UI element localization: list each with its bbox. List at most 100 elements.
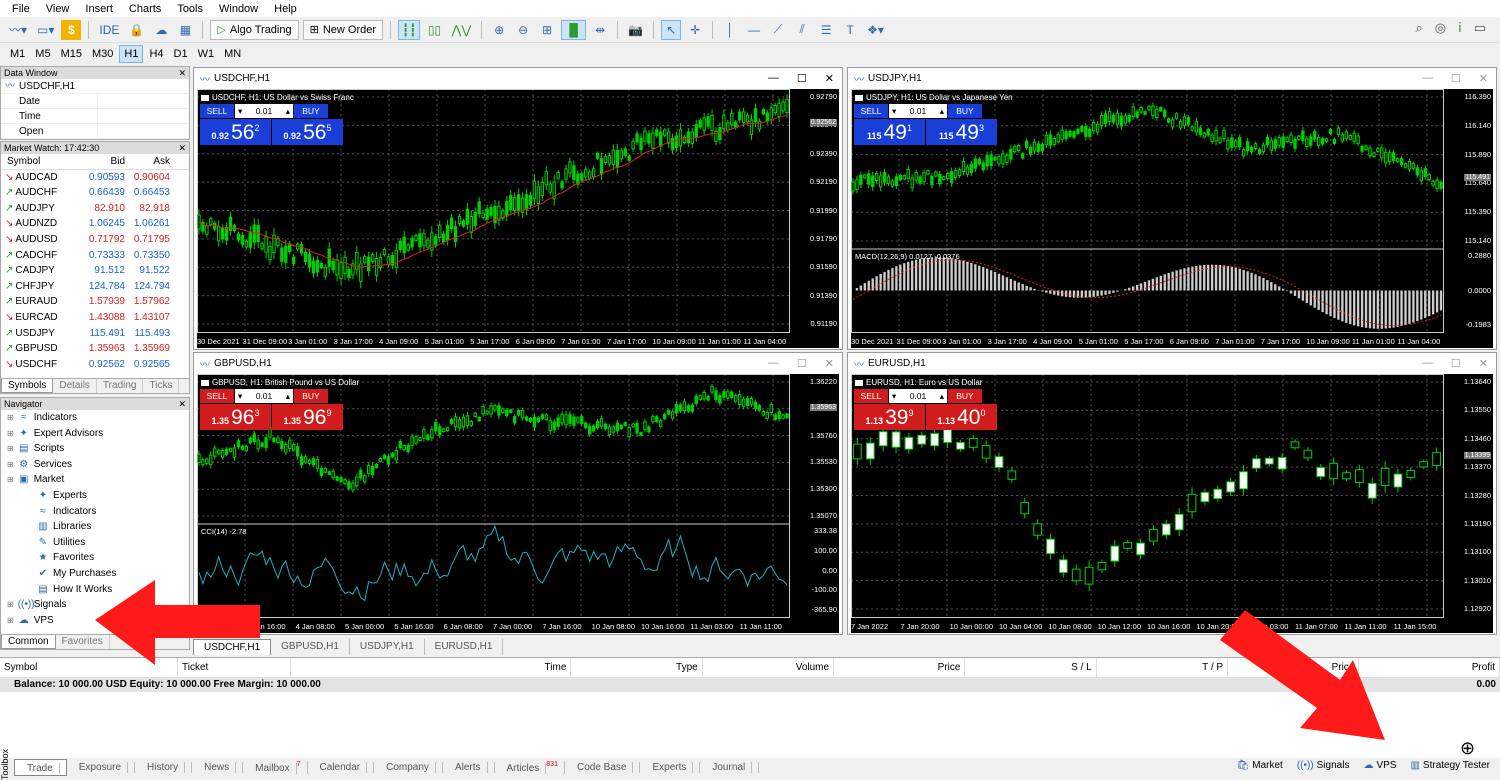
timeframe-m30[interactable]: M30 (88, 46, 117, 62)
bar-chart-icon[interactable]: ┇┇ (398, 19, 421, 40)
sell-price[interactable]: 1.35 96 3 (200, 404, 271, 430)
navigator-item-expert-advisors[interactable]: ⊞ ✦ Expert Advisors (7, 426, 189, 442)
close-icon[interactable]: ✕ (178, 398, 186, 410)
sell-button[interactable]: SELL (200, 104, 234, 118)
maximize-icon[interactable]: ☐ (797, 72, 807, 85)
crosshair-icon[interactable]: ✛ (685, 20, 705, 40)
line-chart-icon[interactable]: 〰▾ (6, 20, 30, 40)
column-header[interactable]: Price (834, 658, 966, 677)
line-icon[interactable]: ⋀⋁ (448, 20, 474, 40)
navigator-item-libraries[interactable]: ▥ Libraries (7, 519, 189, 535)
chart-canvas[interactable]: USDJPY, H1: US Dollar vs Japanese Yen SEL… (851, 89, 1493, 348)
tab-favorites[interactable]: Favorites (56, 635, 110, 649)
chart-canvas[interactable]: EURUSD, H1: Euro vs US Dollar SELL ▾ 0.01 ▴ B… (851, 374, 1493, 633)
increase-icon[interactable]: ▴ (286, 106, 290, 117)
status-market[interactable]: 🛍 Market (1237, 760, 1283, 771)
increase-icon[interactable]: ▴ (286, 391, 290, 402)
zoom-out-icon[interactable]: ⊖ (513, 20, 533, 40)
chart-window-title[interactable]: 〰 USDCHF,H1 — ☐ ✕ (194, 68, 842, 88)
timeframe-m5[interactable]: M5 (31, 46, 54, 62)
navigator-item-experts[interactable]: ✦ Experts (7, 488, 189, 504)
tab-trading[interactable]: Trading (97, 379, 144, 393)
search-icon[interactable]: ⌕ (1415, 20, 1422, 36)
lot-size-input[interactable]: ▾ 0.01 ▴ (235, 104, 293, 118)
autoscroll-icon[interactable]: ▐▌ (561, 19, 587, 40)
buy-price[interactable]: 0.92 56 5 (272, 119, 343, 145)
navigator-item-indicators[interactable]: ⊞ ≈ Indicators (7, 410, 189, 426)
timeframe-w1[interactable]: W1 (194, 46, 219, 62)
timeframe-m15[interactable]: M15 (57, 46, 86, 62)
chart-tab[interactable]: USDJPY,H1 (350, 639, 425, 655)
chart-window-usdjpy[interactable]: 〰 USDJPY,H1 — ☐ ✕ USDJPY, H1: US Dollar vs Ja… (847, 67, 1497, 350)
navigator-item-services[interactable]: ⊞ ⚙ Services (7, 457, 189, 473)
chart-canvas[interactable]: USDCHF, H1: US Dollar vs Swiss Franc SELL… (197, 89, 839, 348)
chart-window-title[interactable]: 〰 GBPUSD,H1 — ☐ ✕ (194, 353, 842, 373)
candlestick-icon[interactable]: ▯▯ (424, 20, 444, 40)
close-icon[interactable]: ✕ (178, 67, 186, 79)
decrease-icon[interactable]: ▾ (238, 391, 242, 402)
toolbox-tab-articles[interactable]: Articles 831 (495, 761, 565, 774)
minimize-icon[interactable]: — (768, 72, 779, 85)
market-watch-row[interactable]: ↘ EURCAD 1.43088 1.43107 (1, 310, 189, 326)
bid-header[interactable]: Bid (83, 154, 128, 169)
sell-button[interactable]: SELL (200, 389, 234, 403)
decrease-icon[interactable]: ▾ (238, 106, 242, 117)
increase-icon[interactable]: ▴ (940, 391, 944, 402)
timeframe-mn[interactable]: MN (220, 46, 245, 62)
cloud-icon[interactable]: ☁ (151, 20, 171, 40)
minimize-icon[interactable]: — (1422, 357, 1433, 370)
menu-help[interactable]: Help (266, 3, 305, 15)
market-watch-row[interactable]: ↗ AUDJPY 82.910 82.918 (1, 201, 189, 217)
menu-insert[interactable]: Insert (77, 3, 121, 15)
menu-file[interactable]: File (4, 3, 38, 15)
status-strategy-tester[interactable]: ▥ Strategy Tester (1410, 760, 1490, 771)
toolbox-tab-history[interactable]: History (135, 762, 193, 773)
maximize-icon[interactable]: ☐ (1451, 72, 1461, 85)
tab-common[interactable]: Common (1, 635, 56, 649)
lot-size-input[interactable]: ▾ 0.01 ▴ (889, 104, 947, 118)
navigator-item-vps[interactable]: ⊞ ☁ VPS (7, 613, 189, 629)
dollar-icon[interactable]: $ (61, 19, 82, 40)
toolbox-tab-alerts[interactable]: Alerts (443, 762, 495, 773)
ide-button[interactable]: IDE (96, 20, 122, 40)
decrease-icon[interactable]: ▾ (892, 391, 896, 402)
algo-trading-button[interactable]: ▷ Algo Trading (210, 19, 299, 40)
tab-ticks[interactable]: Ticks (143, 379, 180, 393)
sell-button[interactable]: SELL (854, 389, 888, 403)
shapes-icon[interactable]: ❖▾ (864, 20, 887, 40)
market-watch-row[interactable]: ↘ AUDUSD 0.71792 0.71795 (1, 232, 189, 248)
close-icon[interactable]: ✕ (825, 72, 834, 85)
sell-price[interactable]: 1.13 39 9 (854, 404, 925, 430)
toolbox-tab-code-base[interactable]: Code Base (565, 762, 641, 773)
buy-button[interactable]: BUY (294, 389, 328, 403)
expand-icon[interactable]: ⊞ (7, 457, 14, 473)
buy-price[interactable]: 115 49 3 (926, 119, 997, 145)
navigator-item-market[interactable]: ⊞ ▣ Market (7, 472, 189, 488)
screenshot-icon[interactable]: 📷 (625, 20, 646, 40)
channel-icon[interactable]: ⫽ (792, 20, 812, 40)
market-watch-row[interactable]: ↗ CHFJPY 124.784 124.794 (1, 279, 189, 295)
sell-price[interactable]: 0.92 56 2 (200, 119, 271, 145)
zoom-in-icon[interactable]: ⊕ (489, 20, 509, 40)
timeframe-h1[interactable]: H1 (119, 45, 144, 63)
chart-tab[interactable]: GBPUSD,H1 (271, 639, 350, 655)
toolbox-tab-trade[interactable]: Trade (14, 759, 67, 776)
market-watch-row[interactable]: ↗ CADCHF 0.73333 0.73350 (1, 248, 189, 264)
ask-header[interactable]: Ask (128, 154, 173, 169)
symbol-header[interactable]: Symbol (1, 154, 83, 169)
vertical-line-icon[interactable]: │ (720, 20, 740, 40)
market-watch-row[interactable]: ↗ USDJPY 115.491 115.493 (1, 326, 189, 342)
expand-icon[interactable]: ⊞ (7, 410, 14, 426)
decrease-icon[interactable]: ▾ (892, 106, 896, 117)
timeframe-h4[interactable]: H4 (145, 46, 167, 62)
toolbox-tab-experts[interactable]: Experts (640, 762, 701, 773)
grid-icon[interactable]: ⊞ (537, 20, 557, 40)
toolbox-tab-company[interactable]: Company (374, 762, 443, 773)
expand-icon[interactable]: ⊞ (7, 597, 14, 613)
chart-window-usdchf[interactable]: 〰 USDCHF,H1 — ☐ ✕ USDCHF, H1: US Dollar vs Sw… (193, 67, 843, 350)
column-header[interactable]: Time (291, 658, 572, 677)
timeframe-m1[interactable]: M1 (6, 46, 29, 62)
increase-icon[interactable]: ▴ (940, 106, 944, 117)
menu-charts[interactable]: Charts (121, 3, 169, 15)
navigator-item-my-purchases[interactable]: ✔ My Purchases (7, 566, 189, 582)
